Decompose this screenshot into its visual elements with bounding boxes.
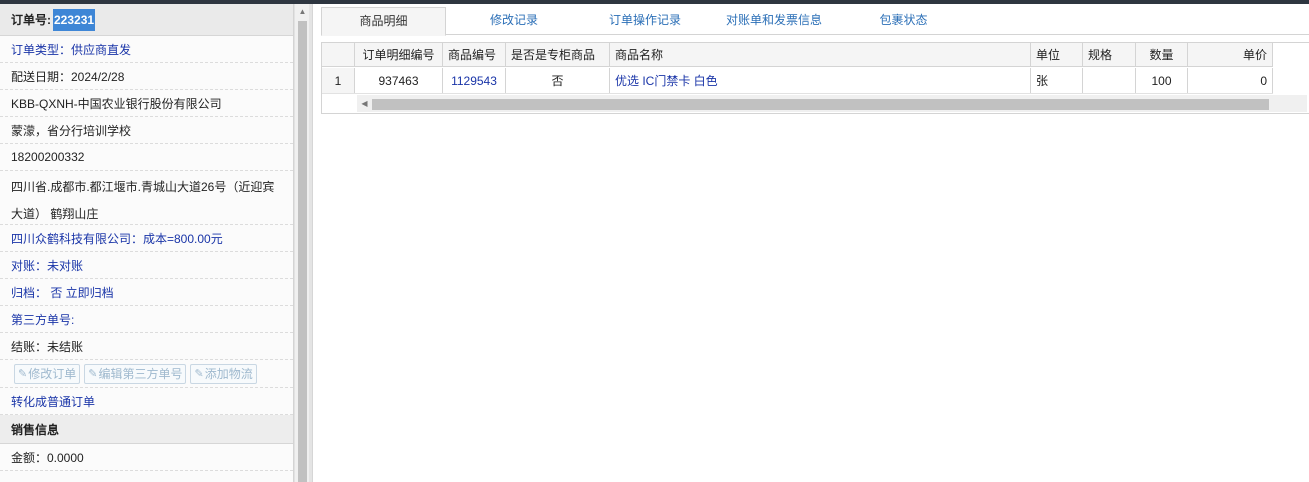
reconcile-status: 对账：未对账 bbox=[0, 252, 293, 279]
sales-amount: 金额：0.0000 bbox=[0, 444, 293, 471]
scrollbar-thumb[interactable] bbox=[298, 21, 307, 482]
sales-info-title: 销售信息 bbox=[0, 415, 293, 444]
grid-horizontal-scrollbar[interactable]: ◀ bbox=[357, 95, 1307, 112]
add-logistics-label: 添加物流 bbox=[204, 367, 253, 381]
edit-third-party-button[interactable]: ✎ 编辑第三方单号 bbox=[84, 363, 187, 384]
delivery-address: 四川省.成都市.都江堰市.青城山大道26号（近迎宾大道） 鹤翔山庄 bbox=[0, 171, 293, 225]
order-info-panel: 订单号: 223231 订单类型：供应商直发 配送日期：2024/2/28 KB… bbox=[0, 4, 294, 482]
action-buttons: ✎ 修改订单 ✎ 编辑第三方单号 ✎ 添加物流 bbox=[0, 360, 293, 388]
grid-bottom-border bbox=[321, 113, 1309, 114]
contact-name: 蒙濛，省分行培训学校 bbox=[0, 117, 293, 144]
header-detail-id[interactable]: 订单明细编号 bbox=[355, 43, 443, 66]
product-grid: 订单明细编号 商品编号 是否是专柜商品 商品名称 单位 规格 数量 单价 1 9… bbox=[321, 42, 1309, 114]
grid-header: 订单明细编号 商品编号 是否是专柜商品 商品名称 单位 规格 数量 单价 bbox=[322, 43, 1273, 67]
archive-status[interactable]: 归档： 否 立即归档 bbox=[0, 279, 293, 306]
chevron-left-icon[interactable]: ◀ bbox=[357, 95, 372, 112]
cell-rownum: 1 bbox=[322, 68, 355, 93]
header-product-name[interactable]: 商品名称 bbox=[610, 43, 1031, 66]
order-number-value[interactable]: 223231 bbox=[53, 8, 96, 31]
settle-status: 结账：未结账 bbox=[0, 333, 293, 360]
edit-order-label: 修改订单 bbox=[28, 367, 77, 381]
header-quantity[interactable]: 数量 bbox=[1136, 43, 1188, 66]
add-logistics-button[interactable]: ✎ 添加物流 bbox=[190, 363, 257, 384]
detail-tabs: 商品明细 修改记录 订单操作记录 对账单和发票信息 包裹状态 bbox=[321, 7, 1309, 36]
header-spec[interactable]: 规格 bbox=[1083, 43, 1136, 66]
header-product-id[interactable]: 商品编号 bbox=[443, 43, 506, 66]
cell-product-id[interactable]: 1129543 bbox=[443, 68, 506, 93]
cell-spec bbox=[1083, 68, 1136, 93]
supplier-cost: 四川众鹤科技有限公司：成本=800.00元 bbox=[0, 225, 293, 252]
tab-change-log[interactable]: 修改记录 bbox=[474, 7, 554, 35]
third-party-number: 第三方单号: bbox=[0, 306, 293, 333]
tab-operation-log[interactable]: 订单操作记录 bbox=[595, 7, 695, 35]
left-panel-scrollbar[interactable]: ▲ bbox=[294, 4, 309, 482]
tab-package-status[interactable]: 包裹状态 bbox=[871, 7, 936, 35]
delivery-date: 配送日期：2024/2/28 bbox=[0, 63, 293, 90]
cell-unit-price: 0 bbox=[1188, 68, 1273, 93]
edit-third-party-label: 编辑第三方单号 bbox=[98, 367, 183, 381]
order-number-label: 订单号: bbox=[11, 13, 51, 27]
order-number-row: 订单号: 223231 bbox=[0, 4, 293, 36]
edit-icon: ✎ bbox=[194, 368, 204, 380]
cell-detail-id: 937463 bbox=[355, 68, 443, 93]
panel-splitter[interactable] bbox=[309, 4, 313, 482]
cell-unit: 张 bbox=[1031, 68, 1083, 93]
cell-quantity: 100 bbox=[1136, 68, 1188, 93]
edit-icon: ✎ bbox=[18, 368, 28, 380]
table-row[interactable]: 1 937463 1129543 否 优选 IC门禁卡 白色 张 100 0 bbox=[322, 68, 1273, 94]
cell-counter-flag: 否 bbox=[506, 68, 610, 93]
tab-statement-invoice[interactable]: 对账单和发票信息 bbox=[719, 7, 829, 35]
edit-icon: ✎ bbox=[88, 368, 98, 380]
convert-order-link[interactable]: 转化成普通订单 bbox=[0, 388, 293, 415]
hscroll-thumb[interactable] bbox=[372, 99, 1269, 110]
customer-name: KBB-QXNH-中国农业银行股份有限公司 bbox=[0, 90, 293, 117]
cell-product-name[interactable]: 优选 IC门禁卡 白色 bbox=[610, 68, 1031, 93]
edit-order-button[interactable]: ✎ 修改订单 bbox=[14, 363, 81, 384]
header-unit[interactable]: 单位 bbox=[1031, 43, 1083, 66]
tab-product-details[interactable]: 商品明细 bbox=[321, 7, 446, 36]
header-rownum bbox=[322, 43, 355, 66]
phone-number: 18200200332 bbox=[0, 144, 293, 171]
header-counter-flag[interactable]: 是否是专柜商品 bbox=[506, 43, 610, 66]
header-unit-price[interactable]: 单价 bbox=[1188, 43, 1273, 66]
order-type: 订单类型：供应商直发 bbox=[0, 36, 293, 63]
chevron-up-icon[interactable]: ▲ bbox=[295, 4, 310, 19]
